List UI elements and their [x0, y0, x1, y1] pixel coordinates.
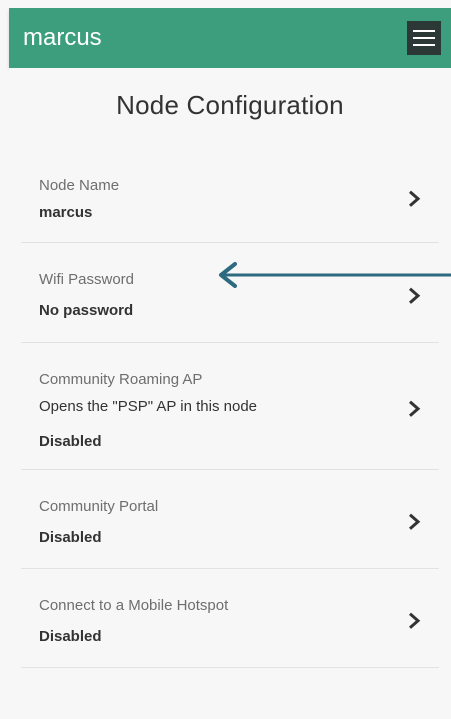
- hamburger-menu-icon: [413, 30, 435, 32]
- app-bar: marcus: [9, 8, 451, 68]
- item-label: Connect to a Mobile Hotspot: [39, 597, 229, 614]
- page-title: Node Configuration: [116, 90, 344, 120]
- mobile-hotspot-item[interactable]: Connect to a Mobile Hotspot Disabled: [21, 569, 439, 668]
- main-content: Node Configuration Node Name marcus Wifi…: [9, 68, 451, 719]
- chevron-right-icon: [409, 612, 421, 629]
- app-title: marcus: [23, 24, 102, 51]
- config-list: Node Name marcus Wifi Password No passwo…: [21, 149, 439, 668]
- wifi-password-item[interactable]: Wifi Password No password: [21, 243, 439, 343]
- item-label: Node Name: [39, 177, 120, 194]
- item-value: Disabled: [39, 433, 102, 450]
- community-roaming-ap-item[interactable]: Community Roaming AP Opens the "PSP" AP …: [21, 343, 439, 470]
- item-value: marcus: [39, 204, 93, 221]
- item-label: Community Portal: [39, 498, 159, 515]
- community-portal-item[interactable]: Community Portal Disabled: [21, 470, 439, 569]
- hamburger-menu-button[interactable]: [407, 21, 441, 55]
- chevron-right-icon: [409, 400, 421, 417]
- item-value: No password: [39, 302, 134, 319]
- item-label: Wifi Password: [39, 271, 135, 288]
- item-value: Disabled: [39, 529, 102, 546]
- chevron-right-icon: [409, 513, 421, 530]
- item-label: Community Roaming AP: [39, 371, 203, 388]
- item-value: Disabled: [39, 628, 102, 645]
- node-name-item[interactable]: Node Name marcus: [21, 149, 439, 243]
- chevron-right-icon: [409, 190, 421, 207]
- chevron-right-icon: [409, 287, 421, 304]
- item-description: Opens the "PSP" AP in this node: [39, 398, 258, 415]
